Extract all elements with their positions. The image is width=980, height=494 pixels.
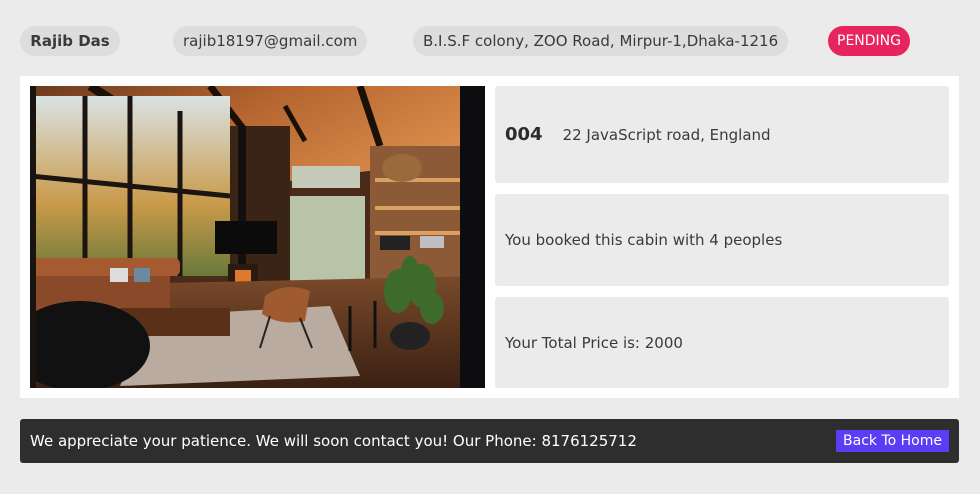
price-info: Your Total Price is: 2000	[495, 297, 949, 388]
footer-message: We appreciate your patience. We will soo…	[30, 432, 637, 450]
guests-info: You booked this cabin with 4 peoples	[495, 194, 949, 286]
contact-footer: We appreciate your patience. We will soo…	[20, 419, 959, 463]
guests-text: You booked this cabin with 4 peoples	[505, 231, 783, 249]
guest-address: B.I.S.F colony, ZOO Road, Mirpur-1,Dhaka…	[413, 26, 789, 56]
cabin-info: 004 22 JavaScript road, England	[495, 86, 949, 183]
guest-name: Rajib Das	[20, 26, 120, 56]
status-badge: PENDING	[828, 26, 910, 56]
price-text: Your Total Price is: 2000	[505, 333, 683, 352]
cabin-number: 004	[505, 124, 543, 145]
booking-card: 004 22 JavaScript road, England You book…	[20, 76, 959, 398]
back-to-home-button[interactable]: Back To Home	[836, 430, 949, 452]
guest-email: rajib18197@gmail.com	[173, 26, 368, 56]
cabin-photo	[30, 86, 485, 388]
cabin-location: 22 JavaScript road, England	[562, 125, 771, 144]
